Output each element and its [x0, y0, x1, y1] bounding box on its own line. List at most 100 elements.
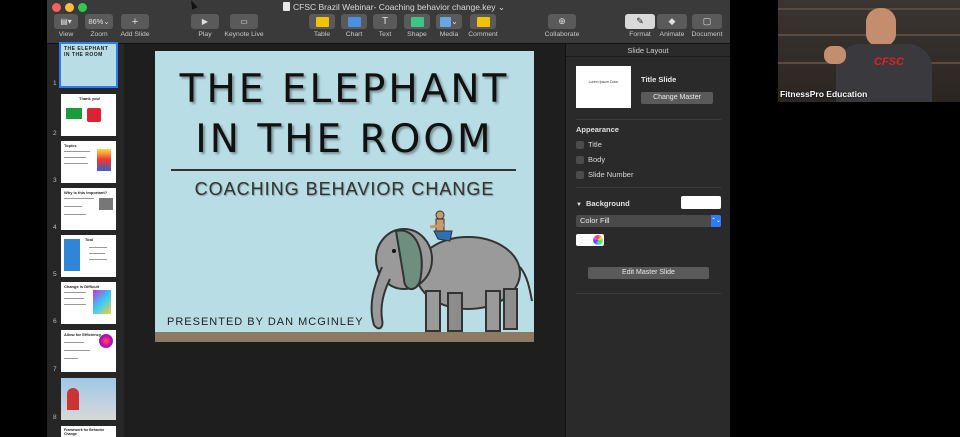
thumbnail-title: Framework for Behavior Change	[64, 428, 105, 436]
table-icon	[315, 16, 329, 27]
slide-subtitle[interactable]: COACHING BEHAVIOR CHANGE	[155, 179, 534, 200]
presenter-head	[866, 8, 896, 46]
collaborate-icon: ⊕	[548, 14, 576, 29]
chart-button[interactable]: Chart	[340, 14, 368, 38]
close-window-button[interactable]	[52, 3, 61, 12]
thumbnail-photo	[93, 290, 111, 314]
background-section-toggle[interactable]: ▼ Background	[576, 199, 630, 208]
thumbnail-title: Topics	[64, 143, 77, 148]
format-inspector: Slide Layout Lorem Ipsum Dolor Title Sli…	[565, 44, 730, 437]
master-slide-thumbnail[interactable]: Lorem Ipsum Dolor	[576, 66, 631, 108]
slide-number-checkbox[interactable]: Slide Number	[576, 170, 633, 179]
keynote-window: CFSC Brazil Webinar- Coaching behavior c…	[47, 0, 730, 437]
shape-icon	[410, 16, 424, 27]
zoom-button[interactable]: 86% ⌄ Zoom	[85, 14, 113, 38]
minimize-window-button[interactable]	[65, 3, 74, 12]
presenter-hand	[824, 46, 846, 64]
shirt-logo: CFSC	[874, 56, 904, 68]
body-checkbox[interactable]: Body	[576, 155, 605, 164]
document-icon: ▢	[692, 14, 722, 29]
thumbnail-title: THE ELEPHANT IN THE ROOM	[64, 46, 109, 58]
animate-button[interactable]: ◆ Animate	[657, 14, 687, 38]
edit-master-slide-button[interactable]: Edit Master Slide	[588, 267, 709, 279]
comment-icon	[476, 16, 490, 27]
color-wheel-icon[interactable]	[593, 235, 603, 245]
slide-thumbnail-6[interactable]: Change is Difficult	[61, 282, 116, 324]
checkbox-icon	[576, 170, 584, 179]
background-color-swatch[interactable]	[681, 196, 721, 209]
zoom-window-button[interactable]	[78, 3, 87, 12]
window-title: CFSC Brazil Webinar- Coaching behavior c…	[283, 2, 505, 13]
add-slide-button[interactable]: + Add Slide	[119, 14, 151, 38]
slide-thumbnail-1[interactable]: THE ELEPHANT IN THE ROOM	[59, 42, 118, 88]
thumbnail-title: Why is this important?	[64, 190, 108, 195]
inspector-header: Slide Layout	[566, 44, 730, 57]
dropdown-arrow-icon: ⌃⌄	[711, 215, 721, 227]
divider	[576, 119, 721, 120]
paintbrush-icon: ✎	[625, 14, 655, 29]
change-master-button[interactable]: Change Master	[641, 92, 713, 104]
fill-type-select[interactable]: Color Fill ⌃⌄	[576, 215, 721, 227]
slide-thumbnail-5[interactable]: Tool	[61, 235, 116, 277]
thumbnail-photo	[99, 198, 113, 210]
slide-thumbnail-3[interactable]: Topics	[61, 141, 116, 183]
slide-number: 2	[53, 130, 57, 137]
slide-canvas[interactable]: THE ELEPHANT IN THE ROOM COACHING BEHAVI…	[124, 44, 565, 437]
divider	[576, 187, 721, 188]
keynote-live-icon: ▭	[230, 14, 258, 29]
slide-number: 3	[53, 177, 57, 184]
webcam-label: FitnessPro Education	[780, 89, 868, 99]
title-checkbox[interactable]: Title	[576, 140, 602, 149]
checkbox-icon	[576, 140, 584, 149]
text-button[interactable]: T Text	[372, 14, 398, 38]
master-name: Title Slide	[641, 75, 677, 84]
appearance-title: Appearance	[576, 125, 619, 134]
thumbnail-title: Allow for Efficiency	[64, 332, 102, 337]
slide-thumbnail-8[interactable]	[61, 378, 116, 420]
brazil-flag-image	[66, 108, 82, 119]
media-button[interactable]: ⌄ Media	[435, 14, 463, 38]
play-button[interactable]: ▶ Play	[190, 14, 220, 38]
color-well[interactable]	[576, 234, 604, 246]
thumbnail-title: Tool	[85, 237, 94, 242]
table-button[interactable]: Table	[308, 14, 336, 38]
slide-thumbnail-4[interactable]: Why is this important?	[61, 188, 116, 230]
plus-icon: +	[121, 14, 149, 29]
slide-number: 8	[53, 414, 57, 421]
slide-number: 7	[53, 366, 57, 373]
thumbnail-logo-image	[87, 108, 101, 122]
slide-thumbnail-9[interactable]: Framework for Behavior Change	[61, 426, 116, 437]
chart-icon	[347, 16, 361, 27]
elephant-illustration[interactable]	[360, 201, 534, 339]
collaborate-button[interactable]: ⊕ Collaborate	[542, 14, 582, 38]
slide-title-line-2[interactable]: IN THE ROOM	[155, 117, 534, 162]
checkbox-icon	[576, 155, 584, 164]
thumbnail-photo	[67, 388, 79, 410]
thumbnail-title: Thank you!	[79, 96, 101, 101]
slide-divider	[171, 169, 516, 171]
zoom-value: 86%	[88, 17, 104, 26]
thumbnail-book-image	[64, 239, 80, 271]
slide-thumbnail-7[interactable]: Allow for Efficiency	[61, 330, 116, 372]
webcam-feed: CFSC FitnessPro Education	[778, 0, 960, 102]
slide-thumbnail-2[interactable]: Thank you!	[61, 94, 116, 136]
disclosure-triangle-icon: ▼	[576, 202, 582, 208]
text-icon: T	[373, 14, 397, 29]
slide-number: 6	[53, 318, 57, 325]
slide[interactable]: THE ELEPHANT IN THE ROOM COACHING BEHAVI…	[155, 51, 534, 342]
slide-number: 4	[53, 224, 57, 231]
slide-number: 1	[53, 80, 57, 87]
divider	[576, 293, 721, 294]
view-button[interactable]: ▤▾ View	[53, 14, 79, 38]
slide-title-line-1[interactable]: THE ELEPHANT	[155, 67, 534, 112]
shape-button[interactable]: Shape	[403, 14, 431, 38]
keynote-file-icon	[283, 2, 290, 11]
slide-presenter[interactable]: PRESENTED BY DAN MCGINLEY	[167, 316, 364, 328]
toolbar: CFSC Brazil Webinar- Coaching behavior c…	[47, 0, 730, 44]
format-button[interactable]: ✎ Format	[625, 14, 655, 38]
document-button[interactable]: ▢ Document	[689, 14, 725, 38]
animate-icon: ◆	[657, 14, 687, 29]
keynote-live-button[interactable]: ▭ Keynote Live	[223, 14, 265, 38]
sidebar-view-icon: ▤▾	[54, 14, 78, 29]
comment-button[interactable]: Comment	[466, 14, 500, 38]
